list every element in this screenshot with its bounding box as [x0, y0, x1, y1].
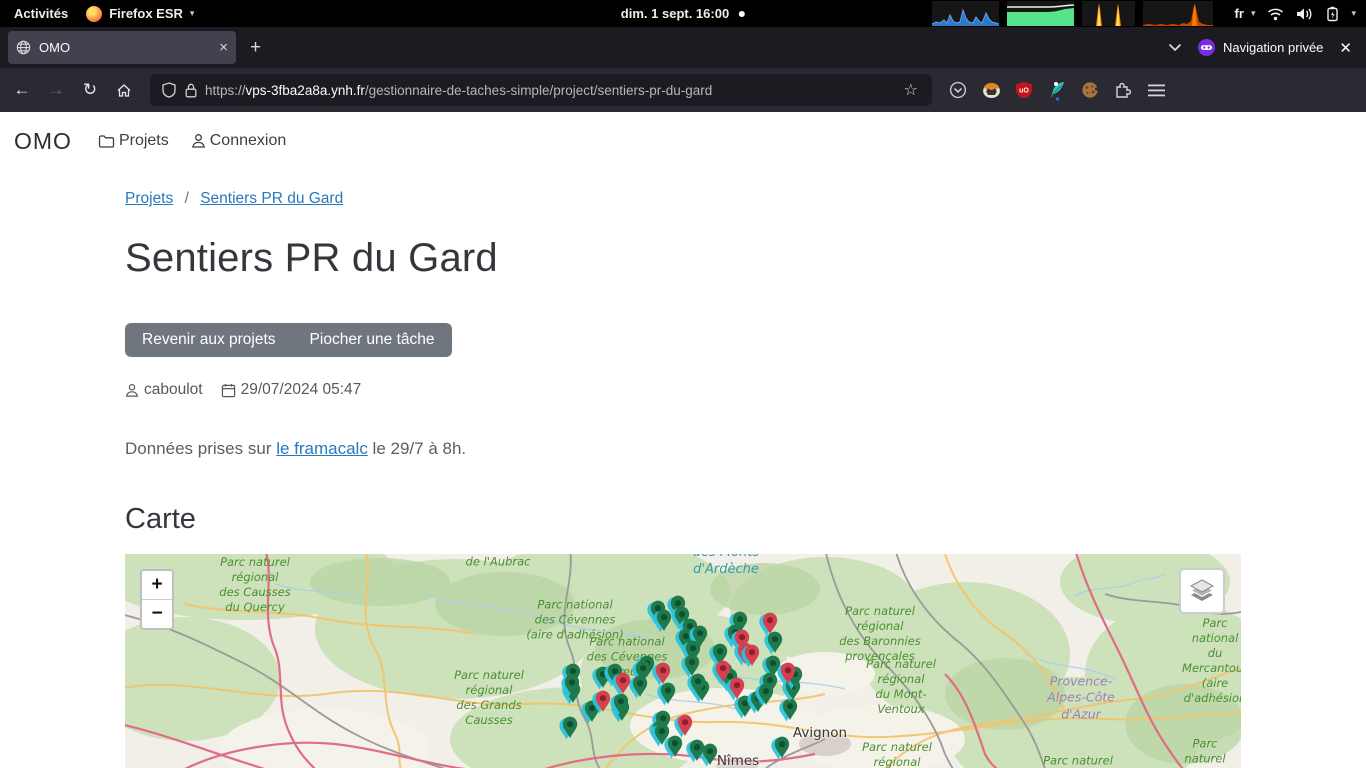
- extensions-puzzle-icon[interactable]: [1113, 80, 1133, 100]
- clock[interactable]: dim. 1 sept. 16:00: [621, 6, 745, 21]
- browser-toolbar: ← → ↻ https://vps-3fba2a8a.ynh.fr/gestio…: [0, 68, 1366, 112]
- ublock-extension-icon[interactable]: uO: [1014, 80, 1034, 100]
- pocket-extension-icon[interactable]: [948, 80, 968, 100]
- browser-tab[interactable]: OMO ×: [8, 31, 236, 64]
- animal-extension-icon[interactable]: [981, 80, 1001, 100]
- window-close-icon[interactable]: ✕: [1339, 39, 1352, 57]
- url-bar[interactable]: https://vps-3fba2a8a.ynh.fr/gestionnaire…: [150, 74, 932, 106]
- volume-icon[interactable]: [1296, 7, 1314, 21]
- shield-icon[interactable]: [162, 82, 176, 98]
- back-button[interactable]: ←: [6, 75, 38, 105]
- person-icon: [125, 383, 139, 398]
- cpu-graph[interactable]: [932, 1, 999, 26]
- red-marker[interactable]: [674, 715, 692, 738]
- nav-login-link[interactable]: Connexion: [191, 132, 287, 150]
- notification-dot-icon: [739, 11, 745, 17]
- green-marker[interactable]: [664, 736, 682, 759]
- new-tab-button[interactable]: +: [250, 37, 261, 59]
- map[interactable]: + − Parc naturel régional des Causses du…: [125, 554, 1241, 768]
- map-zoom-control: + −: [140, 569, 174, 630]
- project-description: Données prises sur le framacalc le 29/7 …: [125, 439, 1241, 459]
- breadcrumb: Projets / Sentiers PR du Gard: [125, 190, 1241, 208]
- green-marker[interactable]: [629, 676, 647, 699]
- created-date: 29/07/2024 05:47: [221, 381, 362, 399]
- back-to-projects-button[interactable]: Revenir aux projets: [125, 323, 293, 357]
- app-menu-label: Firefox ESR: [109, 6, 183, 21]
- app-menu[interactable]: Firefox ESR ▾: [86, 6, 194, 22]
- red-marker[interactable]: [612, 673, 630, 696]
- red-marker[interactable]: [652, 663, 670, 686]
- calendar-icon: [221, 383, 236, 398]
- forward-button[interactable]: →: [40, 75, 72, 105]
- map-markers-layer: [125, 554, 1241, 768]
- wifi-icon[interactable]: [1267, 7, 1284, 21]
- globe-icon: [16, 40, 31, 55]
- network-graph[interactable]: [1082, 1, 1135, 26]
- firefox-icon: [86, 6, 102, 22]
- private-mask-icon: [1198, 39, 1215, 56]
- nav-projects-link[interactable]: Projets: [98, 132, 169, 150]
- tab-title: OMO: [39, 40, 70, 55]
- green-marker[interactable]: [686, 740, 704, 763]
- green-marker[interactable]: [657, 683, 675, 706]
- battery-charging-icon[interactable]: [1326, 6, 1339, 22]
- private-browsing-badge: Navigation privée: [1198, 39, 1323, 56]
- green-marker[interactable]: [779, 699, 797, 722]
- zoom-in-button[interactable]: +: [142, 571, 172, 600]
- breadcrumb-projects-link[interactable]: Projets: [125, 190, 173, 207]
- zoom-out-button[interactable]: −: [142, 600, 172, 628]
- activities-button[interactable]: Activités: [14, 6, 68, 21]
- site-brand[interactable]: OMO: [14, 128, 72, 155]
- map-layers-control[interactable]: [1179, 568, 1225, 614]
- page-title: Sentiers PR du Gard: [125, 236, 1241, 281]
- caret-down-icon: ▾: [1251, 8, 1256, 19]
- owner: caboulot: [125, 381, 203, 399]
- action-button-group: Revenir aux projets Piocher une tâche: [125, 323, 452, 357]
- menu-icon[interactable]: [1146, 80, 1166, 100]
- url-text: https://vps-3fba2a8a.ynh.fr/gestionnaire…: [205, 83, 896, 98]
- pick-task-button[interactable]: Piocher une tâche: [293, 323, 452, 357]
- svg-text:uO: uO: [1019, 88, 1029, 95]
- layers-icon: [1189, 579, 1215, 603]
- framacalc-link[interactable]: le framacalc: [276, 439, 368, 458]
- disk-graph[interactable]: [1143, 1, 1213, 26]
- breadcrumb-current-link[interactable]: Sentiers PR du Gard: [200, 190, 343, 207]
- folder-icon: [98, 134, 115, 149]
- green-marker[interactable]: [653, 610, 671, 633]
- green-marker[interactable]: [771, 737, 789, 760]
- caret-down-icon: ▾: [190, 8, 195, 19]
- map-heading: Carte: [125, 503, 1241, 536]
- green-marker[interactable]: [764, 632, 782, 655]
- list-tabs-chevron-icon[interactable]: [1168, 43, 1182, 52]
- memory-graph[interactable]: [1007, 1, 1074, 26]
- tab-close-icon[interactable]: ×: [219, 40, 228, 55]
- green-marker[interactable]: [559, 717, 577, 740]
- browser-tab-bar: OMO × + Navigation privée ✕: [0, 27, 1366, 68]
- desktop-top-bar: Activités Firefox ESR ▾ dim. 1 sept. 16:…: [0, 0, 1366, 27]
- lock-icon[interactable]: [185, 83, 197, 98]
- cookie-extension-icon[interactable]: [1080, 80, 1100, 100]
- home-button[interactable]: [108, 75, 140, 105]
- system-menu-caret-icon[interactable]: ▾: [1351, 8, 1356, 19]
- person-icon: [191, 133, 206, 149]
- bookmark-star-icon[interactable]: ☆: [896, 80, 926, 100]
- url-domain: vps-3fba2a8a.ynh.fr: [246, 83, 365, 98]
- project-meta: caboulot 29/07/2024 05:47: [125, 381, 1241, 399]
- reload-button[interactable]: ↻: [74, 75, 106, 105]
- site-header: OMO Projets Connexion: [0, 112, 1366, 170]
- red-marker[interactable]: [741, 645, 759, 668]
- feather-extension-icon[interactable]: [1047, 80, 1067, 100]
- keyboard-layout[interactable]: fr ▾: [1235, 6, 1256, 21]
